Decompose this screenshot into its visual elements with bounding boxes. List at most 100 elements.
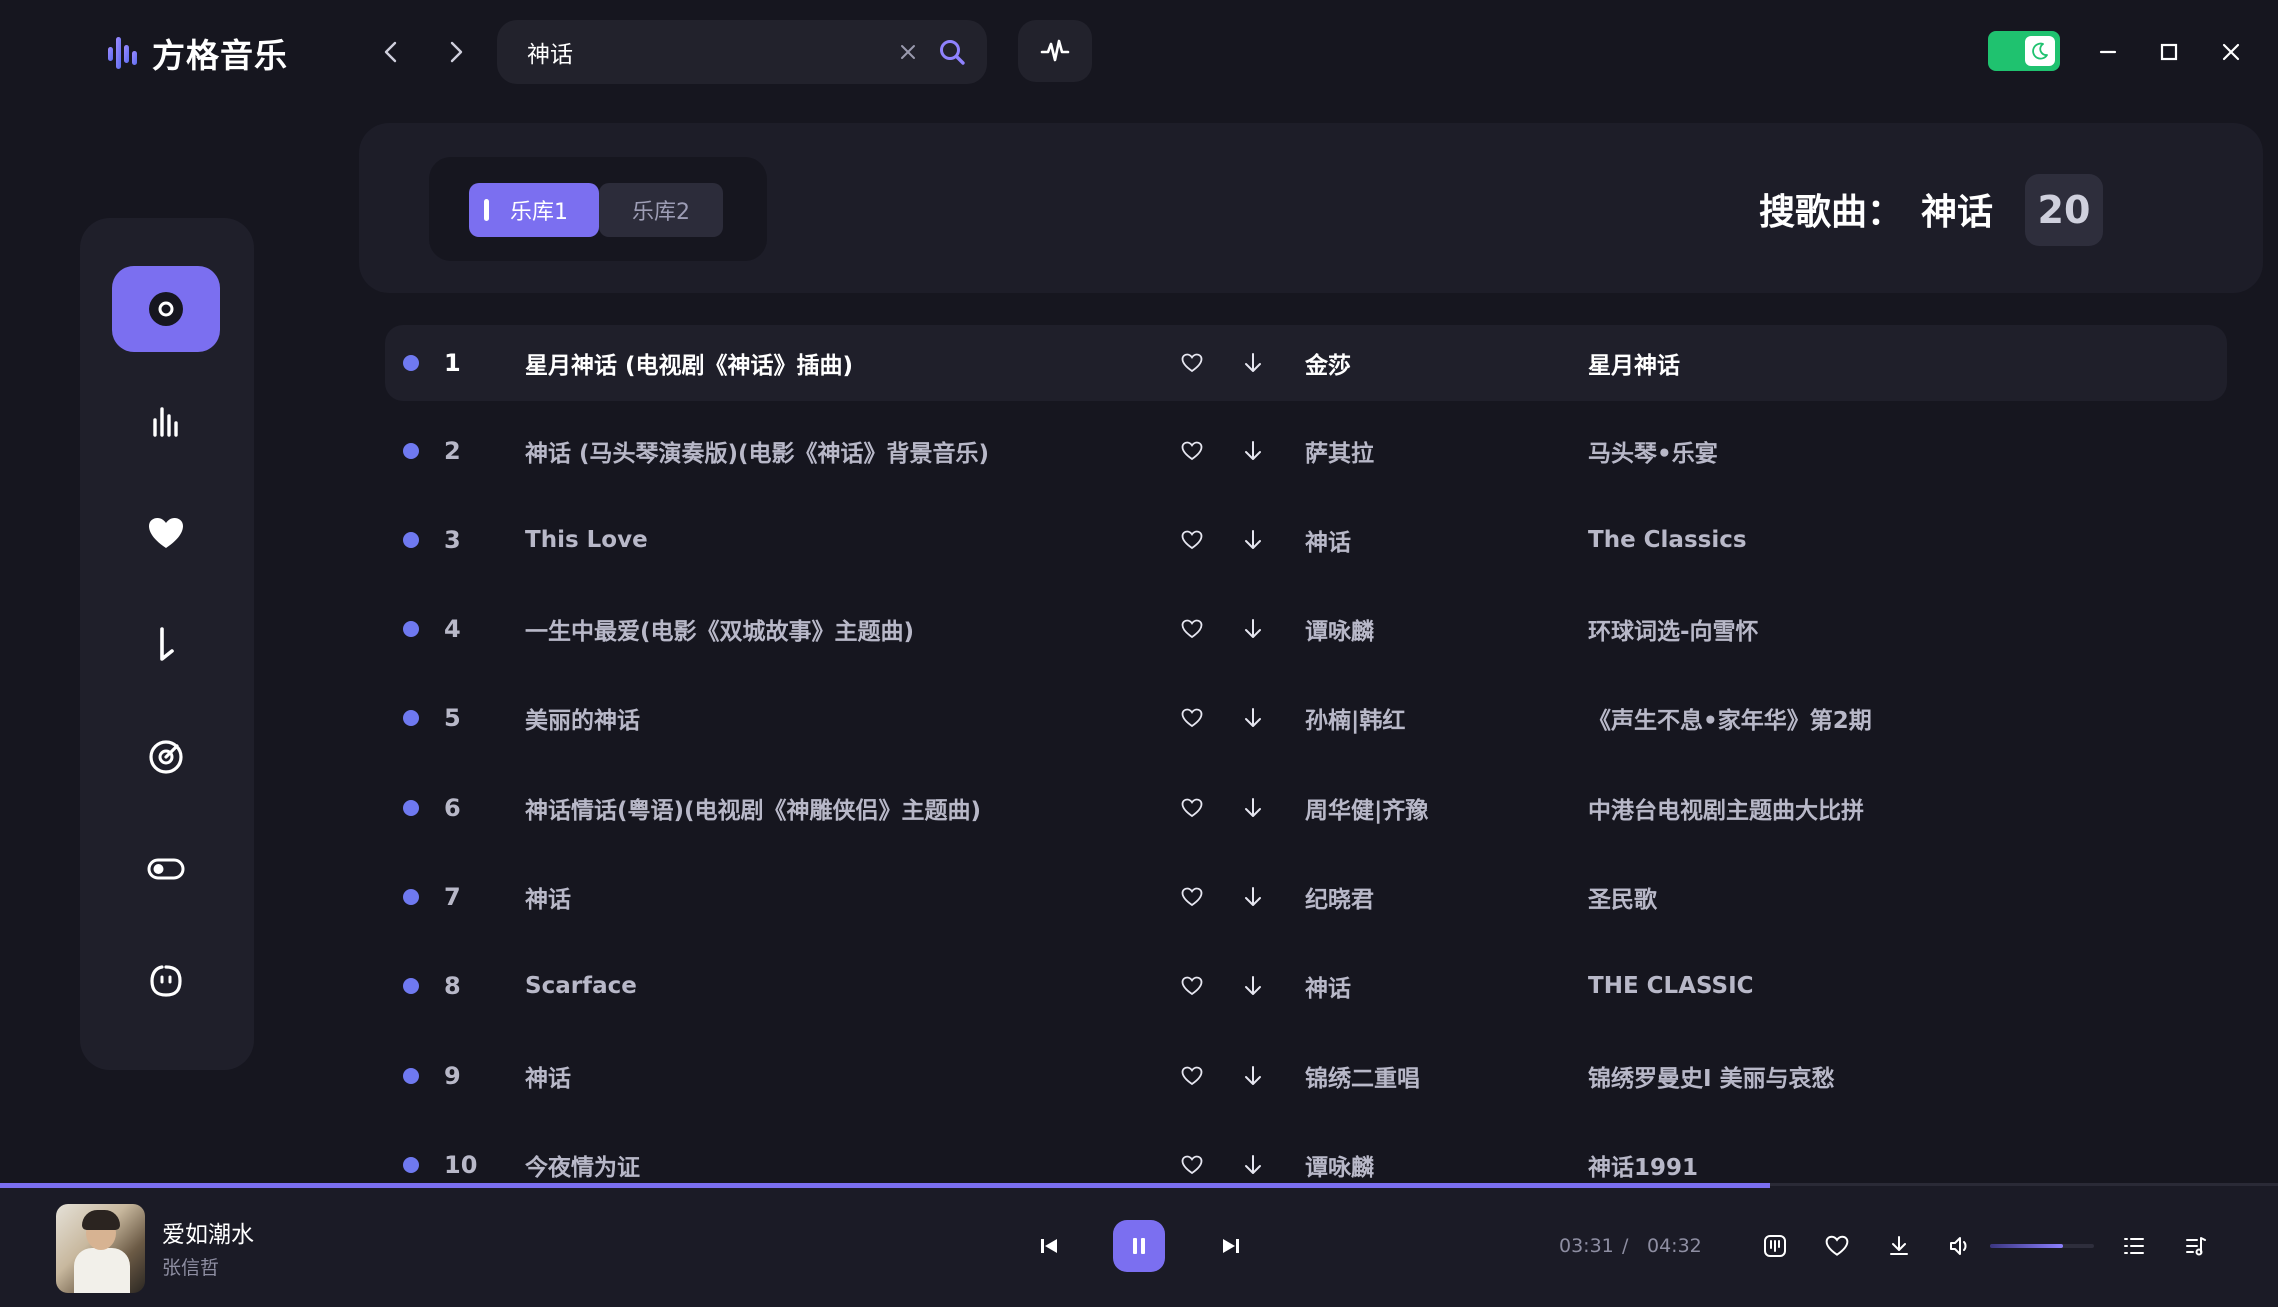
tab-label: 乐库2 xyxy=(632,200,690,225)
next-button[interactable] xyxy=(1215,1230,1247,1262)
song-index: 7 xyxy=(444,883,461,911)
back-button[interactable] xyxy=(373,34,409,70)
song-artist[interactable]: 孙楠|韩红 xyxy=(1305,680,1405,756)
song-artist[interactable]: 谭咏麟 xyxy=(1305,591,1374,667)
logo-icon xyxy=(108,37,137,69)
previous-button[interactable] xyxy=(1033,1230,1065,1262)
arrow-down-icon xyxy=(1245,353,1261,372)
song-row[interactable]: 5 美丽的神话 孙楠|韩红 《声生不息•家年华》第2期 xyxy=(385,680,2227,756)
clear-search-button[interactable] xyxy=(891,35,925,69)
forward-button[interactable] xyxy=(438,34,474,70)
heart-outline-icon xyxy=(1181,1155,1203,1175)
download-button[interactable] xyxy=(1243,1038,1263,1114)
sidebar-item-local[interactable] xyxy=(112,602,220,688)
song-title: 美丽的神话 xyxy=(525,708,640,734)
sidebar-item-favorites[interactable] xyxy=(112,490,220,576)
song-album[interactable]: 马头琴•乐宴 xyxy=(1588,413,1718,489)
song-artist[interactable]: 神话 xyxy=(1305,948,1351,1024)
song-album[interactable]: THE CLASSIC xyxy=(1588,948,1754,1024)
song-row[interactable]: 4 一生中最爱(电影《双城故事》主题曲) 谭咏麟 环球词选-向雪怀 xyxy=(385,591,2227,667)
progress-bar[interactable] xyxy=(0,1183,2278,1188)
favorite-current-button[interactable] xyxy=(1821,1230,1853,1262)
now-playing-artist[interactable]: 张信哲 xyxy=(162,1253,219,1280)
download-button[interactable] xyxy=(1243,859,1263,935)
song-album[interactable]: 《声生不息•家年华》第2期 xyxy=(1588,680,1872,756)
arrow-down-icon xyxy=(1245,1155,1261,1174)
song-title: 神话 xyxy=(525,887,571,913)
album-cover[interactable] xyxy=(56,1204,145,1293)
music-note-icon xyxy=(160,627,174,661)
song-row[interactable]: 1 星月神话 (电视剧《神话》插曲) 金莎 星月神话 xyxy=(385,325,2227,401)
download-current-button[interactable] xyxy=(1883,1230,1915,1262)
sidebar-item-radio[interactable] xyxy=(112,714,220,800)
pause-button[interactable] xyxy=(1113,1220,1165,1272)
tab-library-2[interactable]: 乐库2 xyxy=(599,183,723,237)
download-button[interactable] xyxy=(1243,770,1263,846)
favorite-button[interactable] xyxy=(1181,859,1203,935)
bullet-dot xyxy=(403,1038,419,1114)
song-row[interactable]: 9 神话 锦绣二重唱 锦绣罗曼史Ⅰ 美丽与哀愁 xyxy=(385,1038,2227,1114)
song-row[interactable]: 7 神话 纪晓君 圣民歌 xyxy=(385,859,2227,935)
lyrics-button[interactable] xyxy=(1759,1230,1791,1262)
download-button[interactable] xyxy=(1243,680,1263,756)
song-artist[interactable]: 金莎 xyxy=(1305,325,1351,401)
listen-recognize-button[interactable] xyxy=(1018,20,1092,82)
sidebar-item-settings[interactable] xyxy=(112,826,220,912)
song-artist[interactable]: 神话 xyxy=(1305,502,1351,578)
arrow-down-icon xyxy=(1245,619,1261,638)
search-button[interactable] xyxy=(935,35,969,69)
song-artist[interactable]: 周华健|齐豫 xyxy=(1305,770,1428,846)
queue-button[interactable] xyxy=(2180,1230,2212,1262)
favorite-button[interactable] xyxy=(1181,1038,1203,1114)
playlist-button[interactable] xyxy=(2118,1230,2150,1262)
song-album[interactable]: 星月神话 xyxy=(1588,325,1680,401)
song-artist[interactable]: 锦绣二重唱 xyxy=(1305,1038,1420,1114)
favorite-button[interactable] xyxy=(1181,325,1203,401)
close-icon xyxy=(901,45,915,59)
download-button[interactable] xyxy=(1243,413,1263,489)
favorite-button[interactable] xyxy=(1181,770,1203,846)
maximize-icon xyxy=(2160,43,2178,61)
favorite-button[interactable] xyxy=(1181,502,1203,578)
download-button[interactable] xyxy=(1243,591,1263,667)
song-album[interactable]: The Classics xyxy=(1588,502,1747,578)
song-row[interactable]: 6 神话情话(粤语)(电视剧《神雕侠侣》主题曲) 周华健|齐豫 中港台电视剧主题… xyxy=(385,770,2227,846)
total-time: 04:32 xyxy=(1647,1235,1702,1257)
song-album[interactable]: 环球词选-向雪怀 xyxy=(1588,591,1759,667)
arrow-down-icon xyxy=(1245,887,1261,906)
download-button[interactable] xyxy=(1243,325,1263,401)
playing-dot xyxy=(403,325,419,401)
favorite-button[interactable] xyxy=(1181,680,1203,756)
maximize-button[interactable] xyxy=(2151,34,2187,70)
volume-button[interactable] xyxy=(1944,1230,1976,1262)
song-title: 一生中最爱(电影《双城故事》主题曲) xyxy=(525,619,915,645)
song-row[interactable]: 8 Scarface 神话 THE CLASSIC xyxy=(385,948,2227,1024)
song-artist[interactable]: 纪晓君 xyxy=(1305,859,1374,935)
download-icon xyxy=(1890,1236,1908,1255)
download-button[interactable] xyxy=(1243,502,1263,578)
search-input[interactable] xyxy=(525,38,891,66)
favorite-button[interactable] xyxy=(1181,591,1203,667)
sidebar-item-charts[interactable] xyxy=(112,378,220,464)
song-row[interactable]: 3 This Love 神话 The Classics xyxy=(385,502,2227,578)
volume-slider[interactable] xyxy=(1990,1244,2094,1248)
song-album[interactable]: 锦绣罗曼史Ⅰ 美丽与哀愁 xyxy=(1588,1038,1835,1114)
song-index: 4 xyxy=(444,615,461,643)
favorite-button[interactable] xyxy=(1181,948,1203,1024)
song-row[interactable]: 2 神话 (马头琴演奏版)(电影《神话》背景音乐) 萨其拉 马头琴•乐宴 xyxy=(385,413,2227,489)
heart-outline-icon xyxy=(1181,708,1203,728)
favorite-button[interactable] xyxy=(1181,413,1203,489)
sidebar-item-discover[interactable] xyxy=(112,266,220,352)
song-album[interactable]: 圣民歌 xyxy=(1588,859,1657,935)
now-playing-title[interactable]: 爱如潮水 xyxy=(162,1215,254,1249)
sidebar xyxy=(80,218,254,1070)
tab-library-1[interactable]: 乐库1 xyxy=(469,183,599,237)
minimize-button[interactable] xyxy=(2090,34,2126,70)
song-album[interactable]: 中港台电视剧主题曲大比拼 xyxy=(1588,770,1864,846)
close-window-button[interactable] xyxy=(2213,34,2249,70)
time-separator: / xyxy=(1622,1235,1629,1257)
song-artist[interactable]: 萨其拉 xyxy=(1305,413,1374,489)
download-button[interactable] xyxy=(1243,948,1263,1024)
sidebar-item-about[interactable] xyxy=(112,938,220,1024)
theme-toggle[interactable] xyxy=(1988,31,2060,71)
